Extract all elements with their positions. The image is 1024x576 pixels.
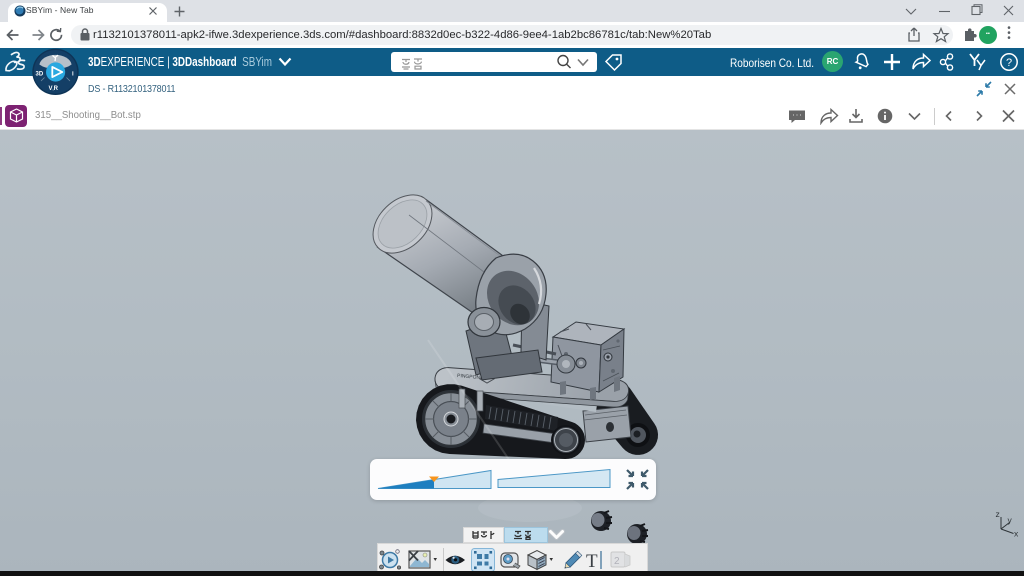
svg-text:y: y bbox=[1008, 515, 1013, 525]
svg-text:3D: 3D bbox=[36, 72, 44, 78]
svg-text:z: z bbox=[996, 509, 1000, 519]
svg-text:T: T bbox=[586, 551, 598, 572]
svg-text:x: x bbox=[1014, 529, 1019, 539]
svg-text:2: 2 bbox=[614, 556, 620, 567]
svg-text:V,R: V,R bbox=[49, 86, 59, 92]
svg-text:?: ? bbox=[1006, 57, 1012, 69]
